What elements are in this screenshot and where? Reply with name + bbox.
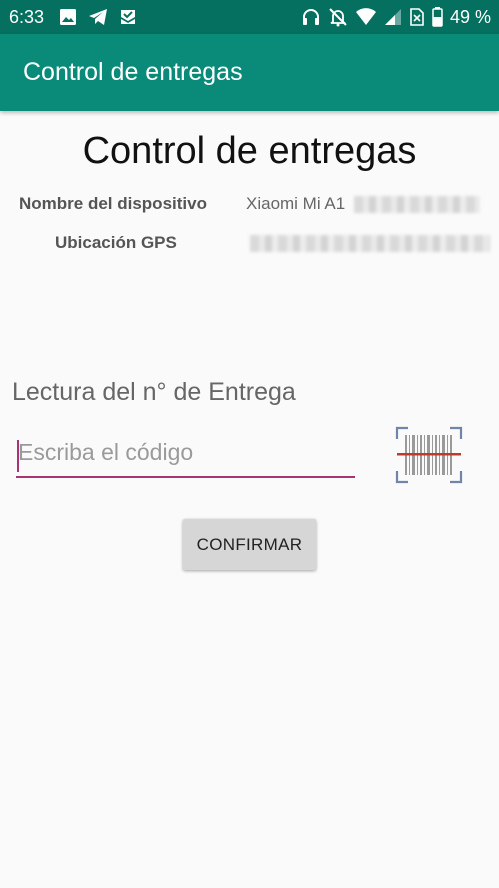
delivery-reading-label: Lectura del n° de Entrega bbox=[12, 378, 296, 406]
status-left: 6:33 bbox=[9, 7, 137, 28]
cell-signal-icon bbox=[384, 8, 402, 26]
gps-value-row bbox=[250, 233, 490, 253]
device-name-label: Nombre del dispositivo bbox=[19, 194, 207, 213]
code-input[interactable] bbox=[16, 436, 355, 478]
device-name-value-row: Xiaomi Mi A1 bbox=[246, 194, 480, 214]
text-cursor bbox=[17, 440, 19, 472]
no-sim-icon bbox=[409, 8, 425, 26]
barcode-scanner-button[interactable] bbox=[394, 425, 464, 485]
app-bar-title: Control de entregas bbox=[23, 58, 243, 86]
battery-icon bbox=[432, 7, 443, 27]
telegram-icon bbox=[88, 8, 108, 26]
gps-label: Ubicación GPS bbox=[55, 233, 177, 252]
confirm-button[interactable]: CONFIRMAR bbox=[183, 519, 316, 570]
blurred-device-id bbox=[353, 196, 480, 214]
battery-percent: 49 % bbox=[449, 6, 491, 27]
headphones-icon bbox=[301, 7, 321, 27]
blurred-gps-value bbox=[250, 235, 490, 253]
mail-check-icon bbox=[119, 8, 137, 26]
wifi-icon bbox=[355, 8, 377, 26]
barcode-scanner-icon bbox=[395, 426, 463, 484]
status-time: 6:33 bbox=[9, 6, 45, 27]
app-bar: Control de entregas bbox=[0, 34, 499, 111]
image-icon bbox=[59, 8, 77, 26]
device-name-value: Xiaomi Mi A1 bbox=[246, 194, 346, 213]
page-title: Control de entregas bbox=[82, 130, 417, 172]
status-right: 49 % bbox=[301, 7, 491, 28]
bell-off-icon bbox=[328, 7, 348, 27]
status-bar: 6:33 49 % bbox=[0, 0, 499, 34]
